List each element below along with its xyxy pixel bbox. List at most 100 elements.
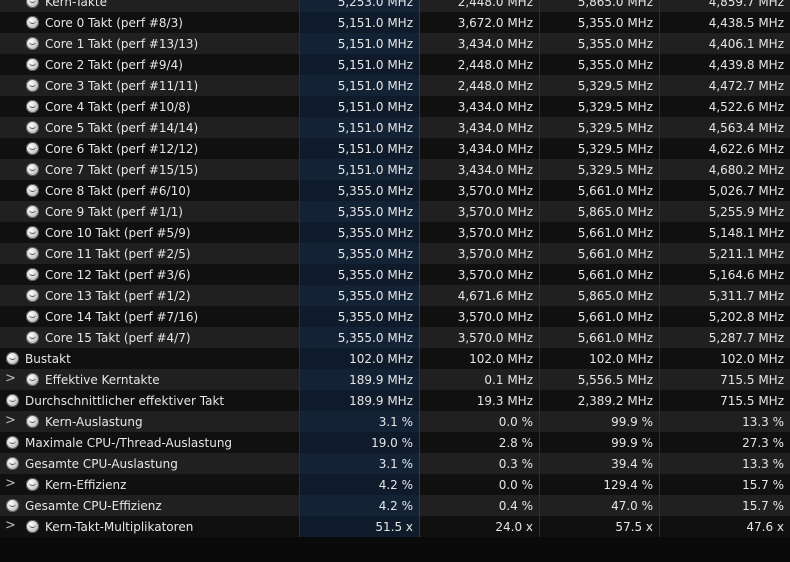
sensor-name-cell: > Kern-Auslastung: [0, 411, 300, 432]
sensor-row[interactable]: Core 6 Takt (perf #12/12) 5,151.0 MHz 3,43…: [0, 138, 790, 159]
sensor-label: Core 4 Takt (perf #10/8): [45, 100, 191, 114]
sensor-gauge-icon: [26, 0, 39, 8]
sensor-name-cell: Gesamte CPU-Auslastung: [0, 453, 300, 474]
current-value-cell: 5,355.0 MHz: [300, 180, 420, 201]
minimum-value-cell: 19.3 MHz: [420, 390, 540, 411]
minimum-value-cell: 24.0 x: [420, 516, 540, 537]
sensor-row[interactable]: Core 7 Takt (perf #15/15) 5,151.0 MHz 3,43…: [0, 159, 790, 180]
sensor-name-cell: > Kern-Takt-Multiplikatoren: [0, 516, 300, 537]
maximum-value-cell: 99.9 %: [540, 411, 660, 432]
current-value-cell: 3.1 %: [300, 411, 420, 432]
average-value-cell: 15.7 %: [742, 499, 784, 513]
current-value-cell: 5,253.0 MHz: [300, 0, 420, 12]
sensor-name-cell: Core 5 Takt (perf #14/14): [0, 117, 300, 138]
sensor-row[interactable]: > Effektive Kerntakte 189.9 MHz 0.1 MHz 5,55…: [0, 369, 790, 390]
expand-chevron-icon[interactable]: >: [5, 474, 16, 495]
average-value-cell: 4,522.6 MHz: [708, 100, 784, 114]
sensor-row[interactable]: Core 2 Takt (perf #9/4) 5,151.0 MHz 2,448.…: [0, 54, 790, 75]
minimum-value-cell: 3,570.0 MHz: [420, 180, 540, 201]
sensor-row[interactable]: Core 10 Takt (perf #5/9) 5,355.0 MHz 3,570…: [0, 222, 790, 243]
sensor-name-cell: Core 6 Takt (perf #12/12): [0, 138, 300, 159]
sensor-label: Core 5 Takt (perf #14/14): [45, 121, 199, 135]
sensor-row[interactable]: > Kern-Effizienz 4.2 % 0.0 % 129.4 % 15.7 %: [0, 474, 790, 495]
minimum-value-cell: 102.0 MHz: [420, 348, 540, 369]
expand-chevron-icon[interactable]: >: [5, 369, 16, 390]
sensor-name-cell: Core 14 Takt (perf #7/16): [0, 306, 300, 327]
sensor-name-cell: Core 10 Takt (perf #5/9): [0, 222, 300, 243]
sensor-label: Core 1 Takt (perf #13/13): [45, 37, 199, 51]
sensor-row[interactable]: > Kern-Auslastung 3.1 % 0.0 % 99.9 % 13.3 %: [0, 411, 790, 432]
expand-chevron-icon[interactable]: >: [5, 411, 16, 432]
sensor-label: Core 3 Takt (perf #11/11): [45, 79, 199, 93]
average-value-cell: 47.6 x: [746, 520, 784, 534]
sensor-label: Gesamte CPU-Auslastung: [25, 457, 178, 471]
sensor-row[interactable]: Core 15 Takt (perf #4/7) 5,355.0 MHz 3,570…: [0, 327, 790, 348]
sensor-row[interactable]: Core 0 Takt (perf #8/3) 5,151.0 MHz 3,672.…: [0, 12, 790, 33]
maximum-value-cell: 5,865.0 MHz: [540, 201, 660, 222]
minimum-value-cell: 3,672.0 MHz: [420, 12, 540, 33]
sensor-table: Kern-Takte 5,253.0 MHz 2,448.0 MHz 5,865.0 …: [0, 0, 790, 562]
sensor-row[interactable]: Maximale CPU-/Thread-Auslastung 19.0 % 2.8…: [0, 432, 790, 453]
average-value-cell: 4,859.7 MHz: [708, 0, 784, 9]
maximum-value-cell: 5,329.5 MHz: [540, 138, 660, 159]
sensor-row[interactable]: Core 5 Takt (perf #14/14) 5,151.0 MHz 3,43…: [0, 117, 790, 138]
sensor-row[interactable]: Core 14 Takt (perf #7/16) 5,355.0 MHz 3,57…: [0, 306, 790, 327]
sensor-label: Maximale CPU-/Thread-Auslastung: [25, 436, 233, 450]
sensor-label: Core 9 Takt (perf #1/1): [45, 205, 183, 219]
sensor-row[interactable]: Durchschnittlicher effektiver Takt 189.9 …: [0, 390, 790, 411]
minimum-value-cell: 3,570.0 MHz: [420, 222, 540, 243]
current-value-cell: 5,355.0 MHz: [300, 222, 420, 243]
average-value-cell: 5,148.1 MHz: [708, 226, 784, 240]
sensor-row[interactable]: Core 9 Takt (perf #1/1) 5,355.0 MHz 3,570.…: [0, 201, 790, 222]
maximum-value-cell: 5,661.0 MHz: [540, 243, 660, 264]
current-value-cell: 5,151.0 MHz: [300, 12, 420, 33]
sensor-name-cell: Core 1 Takt (perf #13/13): [0, 33, 300, 54]
current-value-cell: 5,355.0 MHz: [300, 306, 420, 327]
maximum-value-cell: 5,329.5 MHz: [540, 96, 660, 117]
sensor-row[interactable]: Core 12 Takt (perf #3/6) 5,355.0 MHz 3,570…: [0, 264, 790, 285]
minimum-value-cell: 3,570.0 MHz: [420, 264, 540, 285]
sensor-gauge-icon: [26, 121, 39, 134]
sensor-gauge-icon: [26, 16, 39, 29]
sensor-name-cell: Core 4 Takt (perf #10/8): [0, 96, 300, 117]
average-value-cell: 5,026.7 MHz: [708, 184, 784, 198]
current-value-cell: 19.0 %: [300, 432, 420, 453]
maximum-value-cell: 47.0 %: [540, 495, 660, 516]
sensor-gauge-icon: [6, 436, 19, 449]
maximum-value-cell: 2,389.2 MHz: [540, 390, 660, 411]
sensor-row[interactable]: Core 13 Takt (perf #1/2) 5,355.0 MHz 4,671…: [0, 285, 790, 306]
maximum-value-cell: 5,661.0 MHz: [540, 264, 660, 285]
sensor-row[interactable]: Core 3 Takt (perf #11/11) 5,151.0 MHz 2,44…: [0, 75, 790, 96]
maximum-value-cell: 5,355.0 MHz: [540, 33, 660, 54]
sensor-row[interactable]: Bustakt 102.0 MHz 102.0 MHz 102.0 MHz 102.0 …: [0, 348, 790, 369]
current-value-cell: 5,151.0 MHz: [300, 33, 420, 54]
minimum-value-cell: 0.4 %: [420, 495, 540, 516]
sensor-row[interactable]: Core 4 Takt (perf #10/8) 5,151.0 MHz 3,434…: [0, 96, 790, 117]
current-value-cell: 5,151.0 MHz: [300, 159, 420, 180]
sensor-row[interactable]: Core 1 Takt (perf #13/13) 5,151.0 MHz 3,43…: [0, 33, 790, 54]
sensor-row[interactable]: Gesamte CPU-Effizienz 4.2 % 0.4 % 47.0 % 15.…: [0, 495, 790, 516]
average-value-cell: 4,406.1 MHz: [708, 37, 784, 51]
maximum-value-cell: 5,556.5 MHz: [540, 369, 660, 390]
sensor-row[interactable]: Core 8 Takt (perf #6/10) 5,355.0 MHz 3,570…: [0, 180, 790, 201]
sensor-label: Kern-Takt-Multiplikatoren: [45, 520, 194, 534]
current-value-cell: 5,151.0 MHz: [300, 54, 420, 75]
sensor-name-cell: Core 15 Takt (perf #4/7): [0, 327, 300, 348]
sensor-name-cell: Core 13 Takt (perf #1/2): [0, 285, 300, 306]
sensor-gauge-icon: [26, 373, 39, 386]
sensor-row[interactable]: Kern-Takte 5,253.0 MHz 2,448.0 MHz 5,865.0 …: [0, 0, 790, 12]
current-value-cell: 51.5 x: [300, 516, 420, 537]
sensor-row[interactable]: Gesamte CPU-Auslastung 3.1 % 0.3 % 39.4 % 13…: [0, 453, 790, 474]
average-value-cell: 5,255.9 MHz: [708, 205, 784, 219]
sensor-name-cell: Kern-Takte: [0, 0, 300, 12]
current-value-cell: 4.2 %: [300, 495, 420, 516]
sensor-row[interactable]: Core 11 Takt (perf #2/5) 5,355.0 MHz 3,570…: [0, 243, 790, 264]
minimum-value-cell: 2,448.0 MHz: [420, 54, 540, 75]
sensor-gauge-icon: [6, 394, 19, 407]
sensor-gauge-icon: [26, 268, 39, 281]
sensor-row[interactable]: > Kern-Takt-Multiplikatoren 51.5 x 24.0 x 57…: [0, 516, 790, 537]
maximum-value-cell: 5,865.0 MHz: [540, 285, 660, 306]
sensor-gauge-icon: [26, 142, 39, 155]
expand-chevron-icon[interactable]: >: [5, 516, 16, 537]
current-value-cell: 5,151.0 MHz: [300, 117, 420, 138]
